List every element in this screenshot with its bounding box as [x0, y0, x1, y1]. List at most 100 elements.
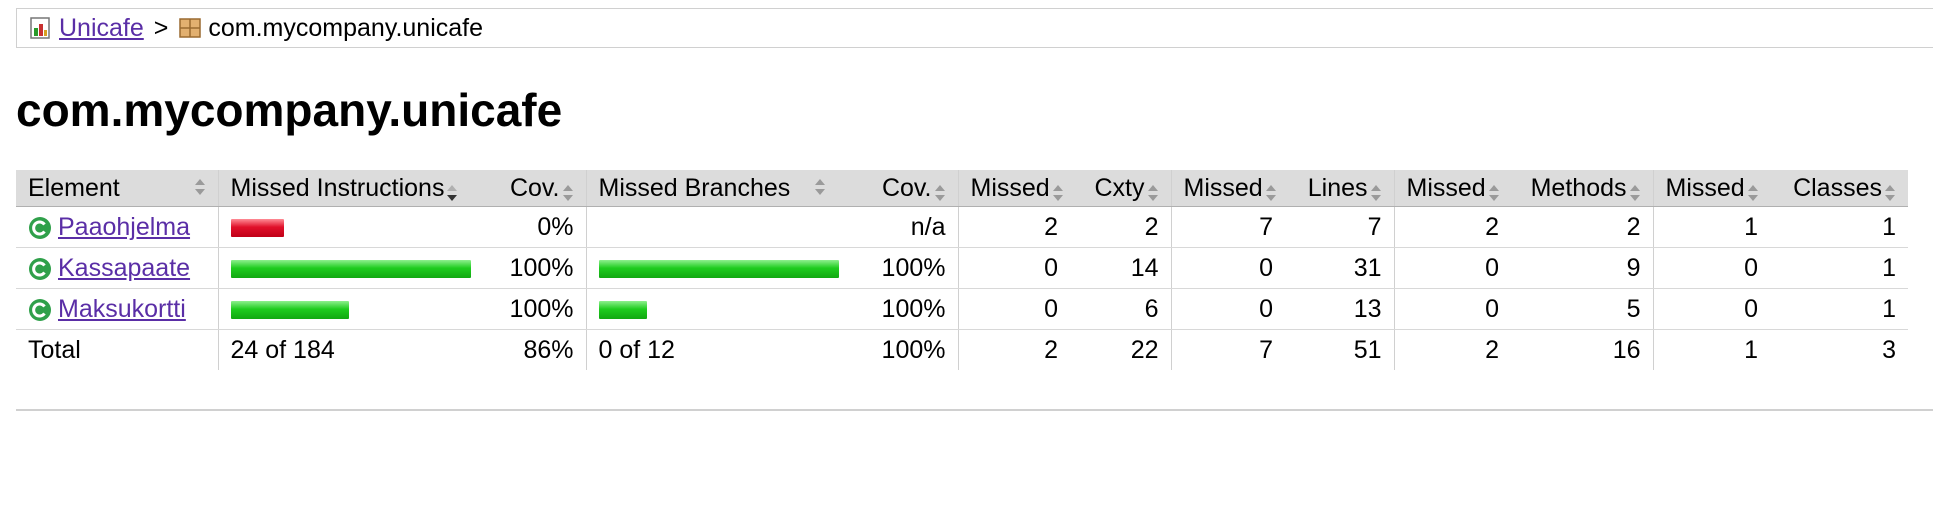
- complexity: 6: [1070, 288, 1171, 330]
- instructions-coverage: 0%: [466, 206, 586, 248]
- missed-lines: 7: [1170, 206, 1285, 248]
- header-missed-classes[interactable]: Missed: [1652, 170, 1770, 207]
- branches-coverage-bar: [598, 300, 647, 319]
- branches-bar-cell: [585, 288, 838, 330]
- header-missed-instructions[interactable]: Missed Instructions: [217, 170, 466, 207]
- total-lines: 51: [1353, 335, 1382, 364]
- total-branches: 0 of 12: [585, 329, 838, 370]
- missed-methods: 0: [1393, 247, 1511, 289]
- branches-bar-cell: [585, 206, 838, 248]
- header-complexity[interactable]: Cxty: [1070, 170, 1171, 207]
- sort-down-icon: [446, 180, 458, 201]
- table-row: Maksukortti 100% 100% 0 6 0 13 0 5 0 1: [16, 288, 1908, 330]
- instructions-bar-cell: [217, 206, 466, 248]
- report-icon: [29, 16, 53, 40]
- table-row: Kassapaate 100% 100% 0 14 0 31 0 9 0 1: [16, 247, 1908, 289]
- element-link-kassapaate[interactable]: Kassapaate: [58, 254, 190, 282]
- element-cell: Kassapaate: [16, 247, 218, 289]
- header-lines[interactable]: Lines: [1285, 170, 1394, 207]
- instructions-coverage-bar: [230, 300, 349, 319]
- classes: 1: [1770, 247, 1908, 289]
- breadcrumb-root-link[interactable]: Unicafe: [59, 14, 144, 43]
- element-link-maksukortti[interactable]: Maksukortti: [58, 295, 186, 323]
- instructions-bar-cell: [217, 288, 466, 330]
- footer-divider: [16, 409, 1933, 411]
- page-title: com.mycompany.unicafe: [16, 84, 563, 136]
- breadcrumb-separator: >: [153, 13, 169, 42]
- element-link-paaohjelma[interactable]: Paaohjelma: [58, 213, 190, 241]
- branches-bar-cell: [585, 247, 839, 289]
- header-classes[interactable]: Classes: [1770, 170, 1908, 207]
- lines: 7: [1285, 206, 1394, 248]
- complexity: 2: [1070, 206, 1171, 248]
- total-branches-coverage: 100%: [881, 335, 946, 364]
- total-missed-complexity: 2: [957, 329, 1070, 370]
- total-methods: 16: [1612, 335, 1641, 364]
- total-missed-lines: 7: [1170, 329, 1285, 370]
- header-missed-lines[interactable]: Missed: [1170, 170, 1285, 207]
- class-icon: [28, 216, 52, 240]
- element-cell: Maksukortti: [16, 288, 218, 330]
- sort-icon: [1747, 180, 1759, 201]
- coverage-table: Element Missed Instructions Cov. Missed …: [16, 170, 1908, 370]
- sort-icon: [1629, 180, 1641, 201]
- branches-coverage: n/a: [838, 206, 958, 248]
- header-instructions-coverage[interactable]: Cov.: [466, 170, 586, 207]
- sort-icon: [1488, 180, 1500, 201]
- total-missed-methods: 2: [1393, 329, 1511, 370]
- classes: 1: [1770, 288, 1908, 330]
- instructions-coverage-bar: [230, 259, 471, 278]
- instructions-coverage: 100%: [466, 247, 586, 289]
- breadcrumb: Unicafe > com.mycompany.unicafe: [16, 8, 1933, 48]
- branches-coverage-bar: [598, 259, 839, 278]
- complexity: 14: [1070, 247, 1171, 289]
- missed-methods: 2: [1393, 206, 1511, 248]
- element-cell: Paaohjelma: [16, 206, 218, 248]
- instructions-bar-cell: [217, 247, 471, 289]
- header-element[interactable]: Element: [16, 170, 218, 207]
- classes: 1: [1770, 206, 1908, 248]
- class-icon: [28, 298, 52, 322]
- missed-classes: 0: [1652, 288, 1770, 330]
- missed-classes: 1: [1652, 206, 1770, 248]
- breadcrumb-current: com.mycompany.unicafe: [208, 13, 484, 42]
- methods: 9: [1511, 247, 1653, 289]
- total-instructions: 24 of 184: [217, 329, 466, 370]
- sort-icon: [1884, 180, 1896, 201]
- missed-complexity: 0: [957, 288, 1070, 330]
- missed-complexity: 2: [957, 206, 1070, 248]
- missed-classes: 0: [1652, 247, 1770, 289]
- total-missed-classes: 1: [1652, 329, 1770, 370]
- sort-icon: [194, 174, 206, 195]
- total-complexity: 22: [1130, 335, 1159, 364]
- methods: 5: [1511, 288, 1653, 330]
- header-missed-branches[interactable]: Missed Branches: [585, 170, 838, 207]
- lines: 31: [1285, 247, 1394, 289]
- missed-lines: 0: [1170, 247, 1285, 289]
- branches-coverage: 100%: [838, 247, 958, 289]
- sort-icon: [1370, 180, 1382, 201]
- missed-lines: 0: [1170, 288, 1285, 330]
- sort-icon: [814, 174, 826, 195]
- missed-complexity: 0: [957, 247, 1070, 289]
- table-row: Paaohjelma 0% n/a 2 2 7 7 2 2 1 1: [16, 206, 1908, 248]
- class-icon: [28, 257, 52, 281]
- branches-coverage: 100%: [838, 288, 958, 330]
- sort-icon: [1265, 180, 1277, 201]
- sort-icon: [562, 180, 574, 201]
- package-icon: [178, 16, 202, 40]
- header-missed-complexity[interactable]: Missed: [957, 170, 1070, 207]
- total-classes: 3: [1882, 335, 1896, 364]
- table-header-row: Element Missed Instructions Cov. Missed …: [16, 170, 1908, 207]
- header-branches-coverage[interactable]: Cov.: [838, 170, 958, 207]
- instructions-coverage-bar: [230, 218, 284, 237]
- sort-icon: [1052, 180, 1064, 201]
- sort-icon: [934, 180, 946, 201]
- total-instructions-coverage: 86%: [523, 335, 574, 364]
- total-label: Total: [28, 335, 81, 364]
- sort-icon: [1147, 180, 1159, 201]
- lines: 13: [1285, 288, 1394, 330]
- header-missed-methods[interactable]: Missed: [1393, 170, 1511, 207]
- header-methods[interactable]: Methods: [1511, 170, 1653, 207]
- missed-methods: 0: [1393, 288, 1511, 330]
